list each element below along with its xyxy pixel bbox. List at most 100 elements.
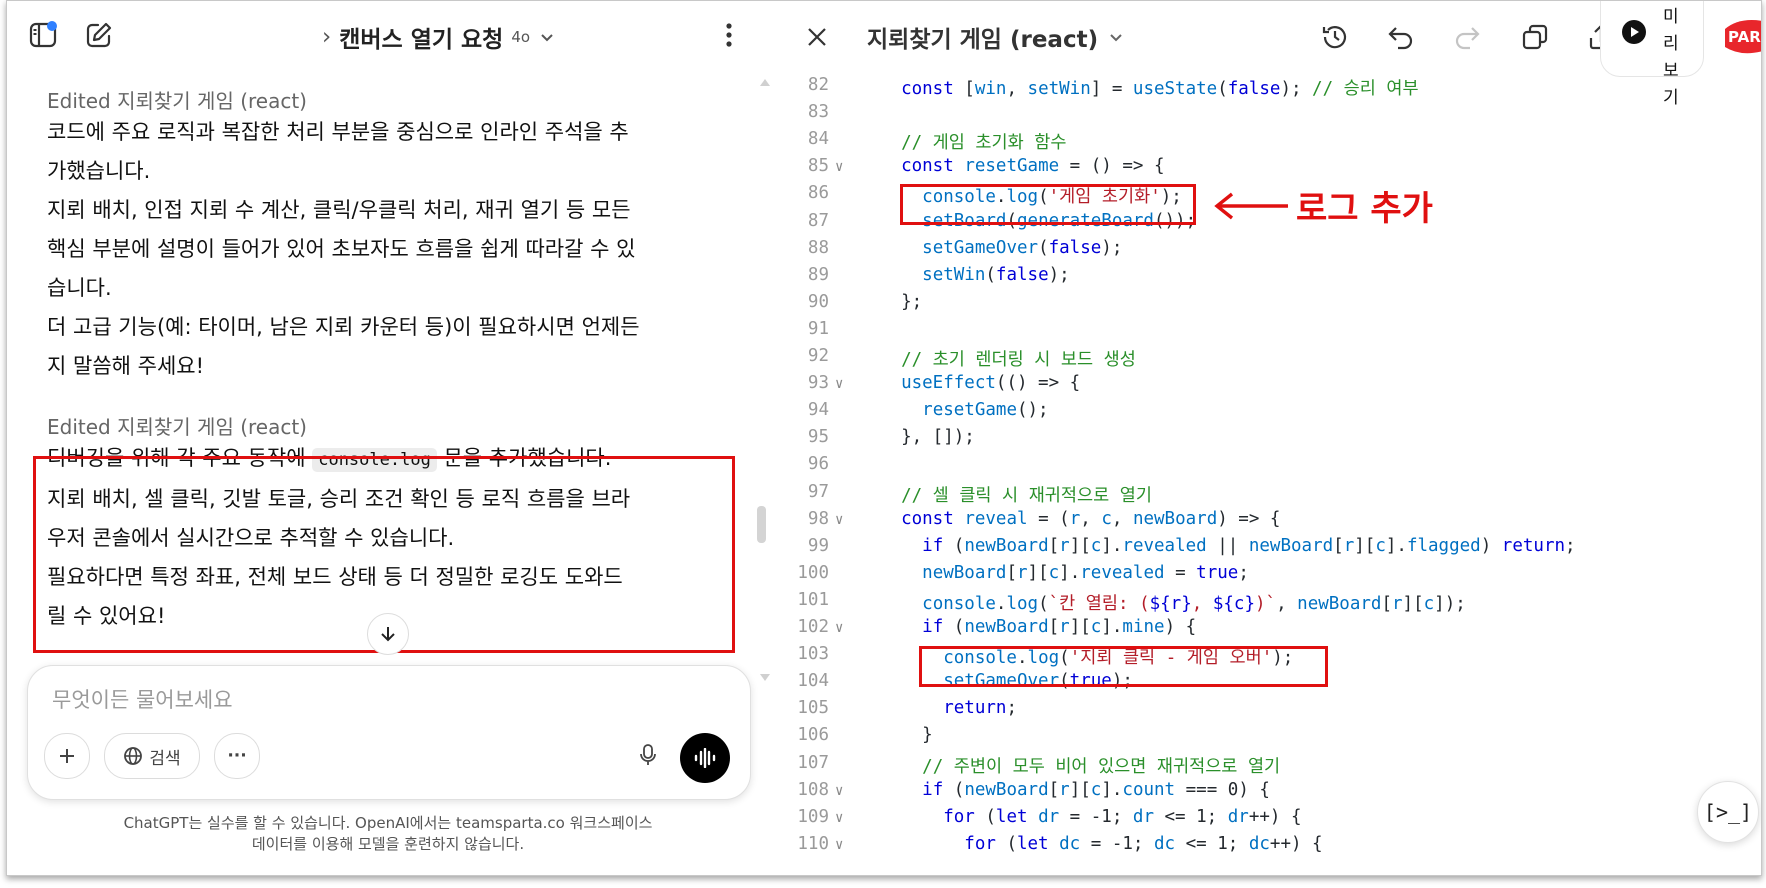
code-text: setWin(false); <box>880 265 1070 285</box>
code-token: ][ <box>1402 593 1424 614</box>
message-input[interactable]: 무엇이든 물어보세요 <box>52 684 233 714</box>
code-token: ++) { <box>1269 833 1323 854</box>
close-canvas-button[interactable] <box>797 17 837 57</box>
close-icon <box>808 28 826 46</box>
code-token: newBoard <box>922 562 1007 583</box>
code-token: newBoard <box>964 617 1049 637</box>
code-token: = ( <box>1027 508 1070 529</box>
code-token: dr <box>1227 806 1249 827</box>
code-token: [ <box>953 79 975 99</box>
code-token: ] = <box>1090 79 1133 99</box>
code-token: false <box>1048 237 1102 258</box>
code-token: const <box>901 156 954 177</box>
scroll-up-arrow-icon <box>760 79 770 86</box>
code-token: c <box>1090 779 1102 800</box>
voice-mode-button[interactable] <box>680 733 730 783</box>
disclaimer: ChatGPT는 실수를 할 수 있습니다. OpenAI에서는 teamspa… <box>27 813 749 855</box>
code-token: newBoard <box>964 535 1049 556</box>
code-token: // 초기 렌더링 시 보드 생성 <box>901 350 1136 370</box>
dictate-button[interactable] <box>626 733 670 777</box>
code-token: ( <box>1038 593 1049 614</box>
fold-chevron-icon[interactable]: ∨ <box>835 783 843 799</box>
more-tools-button[interactable]: ··· <box>214 733 260 779</box>
code-text: const reveal = (r, c, newBoard) => { <box>880 509 1280 529</box>
code-text: const resetGame = () => { <box>880 156 1165 177</box>
code-token: count <box>1122 779 1176 800</box>
code-token: ]. <box>1101 617 1123 637</box>
code-line: 95 }, []); <box>775 427 1761 454</box>
highlight-box-log-2 <box>919 646 1328 687</box>
line-number: 85 <box>807 156 829 177</box>
chat-scrollbar[interactable] <box>759 77 771 687</box>
arrow-left-icon <box>1214 192 1288 219</box>
code-token: ) <box>1480 535 1502 556</box>
assistant-message-1: 코드에 주요 로직과 복잡한 처리 부분을 중심으로 인라인 주석을 추 가했습… <box>47 113 737 386</box>
add-attachment-button[interactable] <box>44 733 90 779</box>
code-line: 106 } <box>775 725 1761 752</box>
fold-chevron-icon[interactable]: ∨ <box>835 837 843 853</box>
line-number: 99 <box>807 535 829 556</box>
conversation-title[interactable]: › 캔버스 열기 요청 4o <box>322 19 556 55</box>
code-token: ]. <box>1059 562 1081 583</box>
fold-chevron-icon[interactable]: ∨ <box>835 620 843 636</box>
code-token: dc <box>1248 833 1270 854</box>
code-token: if <box>922 535 944 556</box>
code-token: ); <box>1101 237 1123 258</box>
undo-button[interactable] <box>1381 17 1421 57</box>
code-line: 97 // 셀 클릭 시 재귀적으로 열기 <box>775 482 1761 509</box>
code-token: mine <box>1122 617 1165 637</box>
voice-waveform-icon <box>694 748 716 768</box>
code-token: dr <box>1132 806 1154 827</box>
version-history-button[interactable] <box>1315 17 1355 57</box>
code-token: c <box>1090 617 1102 637</box>
code-token: return <box>943 698 1007 719</box>
code-token: reveal <box>964 508 1028 529</box>
code-token: = -1; <box>1059 806 1133 827</box>
copy-icon <box>1522 24 1548 50</box>
line-number: 90 <box>807 291 829 312</box>
code-token: } <box>880 725 933 746</box>
document-title[interactable]: 지뢰찾기 게임 (react) <box>867 19 1124 55</box>
code-token: , <box>1191 593 1213 614</box>
message-line: 핵심 부분에 설명이 들어가 있어 초보자도 흐름을 쉽게 따라갈 수 있 <box>47 237 636 261</box>
code-token: ][ <box>1069 617 1091 637</box>
vertical-dots-icon <box>726 23 732 47</box>
code-text: if (newBoard[r][c].count === 0) { <box>880 780 1270 800</box>
fold-chevron-icon[interactable]: ∨ <box>835 376 843 392</box>
code-line: 83 <box>775 102 1761 129</box>
code-token: r <box>1392 593 1403 614</box>
code-text: for (let dc = -1; dc <= 1; dc++) { <box>880 833 1323 854</box>
line-number: 110 <box>797 833 829 854</box>
code-token: c <box>1048 562 1060 583</box>
line-number: 84 <box>807 129 829 150</box>
search-button[interactable]: 검색 <box>104 733 200 779</box>
fold-chevron-icon[interactable]: ∨ <box>835 512 843 528</box>
scroll-to-bottom-button[interactable] <box>367 613 409 655</box>
fold-chevron-icon[interactable]: ∨ <box>835 159 843 175</box>
code-line: 101 console.log(`칸 열림: (${r}, ${c})`, ne… <box>775 590 1761 617</box>
code-token: = () => { <box>1059 156 1165 177</box>
new-chat-button[interactable] <box>79 15 119 55</box>
code-token: r <box>1069 508 1081 529</box>
code-text: return; <box>880 698 1017 718</box>
message-line: 코드에 주요 로직과 복잡한 처리 부분을 중심으로 인라인 주석을 추 <box>47 120 629 144</box>
sidebar-toggle-button[interactable] <box>23 15 63 55</box>
console-toggle-button[interactable]: [>_] <box>1697 781 1759 843</box>
preview-run-button[interactable]: 미 리 보 기 <box>1600 1 1704 108</box>
scrollbar-thumb[interactable] <box>757 506 766 543</box>
line-number: 87 <box>807 210 829 231</box>
code-token: ; <box>1006 698 1017 719</box>
redo-button[interactable] <box>1447 17 1487 57</box>
copy-button[interactable] <box>1515 17 1555 57</box>
code-token: // 게임 초기화 함수 <box>901 133 1067 154</box>
code-line: 88 setGameOver(false); <box>775 238 1761 265</box>
code-token: c <box>1090 535 1102 556</box>
code-token: (() => { <box>995 373 1081 394</box>
more-options-button[interactable] <box>709 15 749 55</box>
fold-chevron-icon[interactable]: ∨ <box>835 810 843 826</box>
